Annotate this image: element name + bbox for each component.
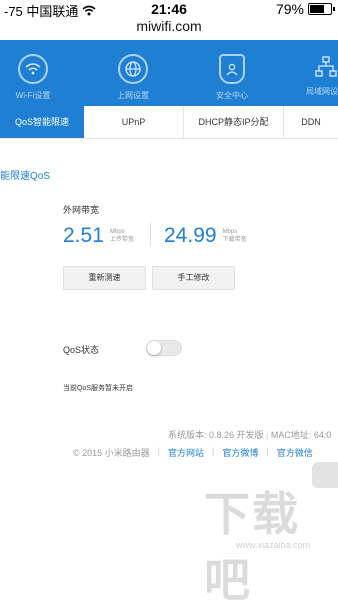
bandwidth-title: 外网带宽 — [63, 205, 100, 215]
official-website-link[interactable]: 官方网站 — [168, 446, 204, 459]
battery-icon — [308, 3, 335, 15]
tab-qos[interactable]: QoS智能限速 — [0, 106, 84, 138]
watermark-url: www.xiazaiba.com — [236, 540, 311, 550]
manual-edit-button[interactable]: 手工修改 — [152, 266, 235, 290]
tab-dhcp-static-ip[interactable]: DHCP静态IP分配 — [184, 106, 284, 138]
nav-security-label: 安全中心 — [216, 91, 248, 100]
nav-internet-settings[interactable]: 上网设置 — [103, 40, 163, 106]
qos-toggle[interactable] — [146, 340, 182, 356]
nav-wifi-settings[interactable]: Wi-Fi设置 — [3, 40, 63, 106]
toggle-knob — [147, 341, 161, 355]
download-value: 24.99 — [164, 224, 217, 247]
nav-lan-label: 局域网设置 — [306, 87, 338, 96]
network-icon — [313, 54, 338, 80]
qos-status-label: QoS状态 — [63, 345, 100, 355]
footer-links: © 2015 小米路由器 | 官方网站 | 官方微博 | 官方微信 — [73, 446, 313, 459]
status-bar: -75 中国联通 21:46 79% — [0, 0, 338, 19]
download-speed: 24.99 Mbps 下载带宽 — [164, 224, 247, 248]
watermark: 下载吧 www.xiazaiba.com — [198, 478, 338, 606]
footer-system-info: 系统版本: 0.8.26 开发版 | MAC地址: 64:0 — [168, 428, 331, 441]
mac-address: MAC地址: 64:0 — [270, 430, 332, 440]
official-wechat-link[interactable]: 官方微信 — [277, 446, 313, 459]
official-weibo-link[interactable]: 官方微博 — [222, 446, 258, 459]
system-version: 系统版本: 0.8.26 开发版 — [168, 430, 264, 440]
download-label: 下载带宽 — [222, 237, 247, 243]
footer-separator: | — [266, 430, 269, 440]
footer-separator: | — [157, 446, 160, 456]
retest-speed-button[interactable]: 重新测速 — [63, 266, 146, 290]
upload-unit-block: Mbps 上传带宽 — [110, 228, 134, 244]
upload-unit: Mbps — [109, 229, 125, 235]
nav-wifi-label: Wi-Fi设置 — [15, 91, 51, 100]
copyright: © 2015 小米路由器 — [73, 448, 150, 458]
shield-icon — [219, 54, 245, 84]
url-bar[interactable]: miwifi.com — [0, 18, 338, 39]
speed-divider — [150, 222, 151, 246]
download-unit: Mbps — [222, 229, 238, 235]
nav-internet-label: 上网设置 — [117, 91, 149, 100]
nav-security-center[interactable]: 安全中心 — [202, 40, 262, 106]
footer-separator: | — [266, 446, 269, 456]
section-title: 能限速QoS — [0, 171, 51, 182]
upload-label: 上传带宽 — [109, 237, 134, 243]
top-nav: Wi-Fi设置 上网设置 安全中心 局域网设置 — [0, 40, 338, 106]
status-right: 79% — [275, 1, 335, 17]
upload-value: 2.51 — [63, 224, 104, 247]
tab-upnp[interactable]: UPnP — [84, 106, 184, 138]
wifi-icon — [18, 54, 48, 84]
upload-speed: 2.51 Mbps 上传带宽 — [63, 224, 134, 248]
tab-ddns[interactable]: DDN — [284, 106, 338, 138]
globe-icon — [118, 54, 148, 84]
footer-separator: | — [212, 446, 215, 456]
nav-lan-settings[interactable]: 局域网设置 — [296, 40, 338, 106]
qos-status-note: 当前QoS服务暂未开启 — [63, 385, 134, 392]
battery-percent: 79% — [275, 1, 304, 17]
tab-bar: QoS智能限速 UPnP DHCP静态IP分配 DDN — [0, 106, 338, 139]
download-unit-block: Mbps 下载带宽 — [223, 228, 247, 244]
battery-level — [310, 5, 325, 13]
